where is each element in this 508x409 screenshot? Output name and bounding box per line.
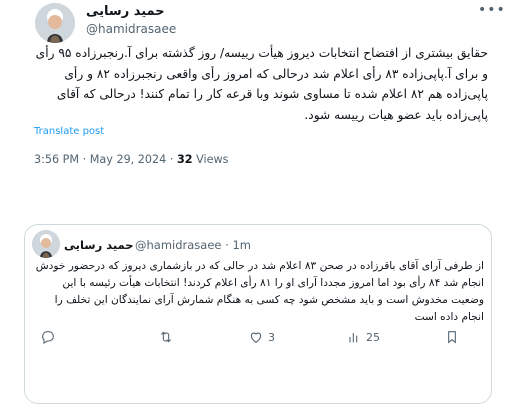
like-count: 3	[268, 330, 275, 344]
views-count: 32	[176, 153, 193, 166]
action-bar: 3 25	[34, 326, 484, 348]
bookmark-icon	[448, 331, 456, 344]
bookmark-button[interactable]	[444, 326, 460, 348]
more-icon[interactable]: •••	[478, 2, 506, 18]
main-post: حمید رسایی @hamidrasaee ••• حقایق بیشتری…	[0, 0, 508, 190]
post-metadata: 3:56 PM · May 29, 2024 · 32 Views	[34, 153, 229, 166]
retweet-button[interactable]	[158, 326, 178, 348]
post-time[interactable]: 3:56 PM	[34, 153, 79, 166]
heart-icon	[250, 332, 262, 343]
separator: ·	[82, 153, 87, 166]
action-views-count: 25	[366, 330, 380, 344]
quote-author-avatar[interactable]	[32, 230, 60, 258]
quote-author-name[interactable]: حمید رسایی	[64, 238, 134, 252]
quote-age: · 1m	[225, 238, 251, 252]
quote-author-handle[interactable]: @hamidrasaee · 1m	[135, 238, 251, 252]
retweet-icon	[160, 331, 172, 343]
quote-handle-text: @hamidrasaee	[135, 238, 222, 252]
quote-text: از طرفی آرای آقای باقرزاده در صحن ۸۳ اعل…	[35, 260, 484, 323]
like-button[interactable]: 3	[248, 326, 275, 348]
bar-chart-icon	[349, 333, 358, 343]
separator: ·	[169, 153, 174, 166]
post-date[interactable]: May 29, 2024	[90, 153, 167, 166]
views-label: Views	[196, 153, 229, 166]
translate-post-link[interactable]: Translate post	[34, 126, 104, 137]
author-handle[interactable]: @hamidrasaee	[86, 22, 176, 36]
reply-button[interactable]	[40, 326, 60, 348]
author-name[interactable]: حمید رسایی	[86, 4, 165, 19]
post-text: حقایق بیشتری از افتضاح انتخابات دیروز هی…	[35, 46, 488, 122]
author-avatar[interactable]	[35, 3, 75, 43]
reply-icon	[42, 331, 54, 344]
views-button[interactable]: 25	[346, 326, 380, 348]
